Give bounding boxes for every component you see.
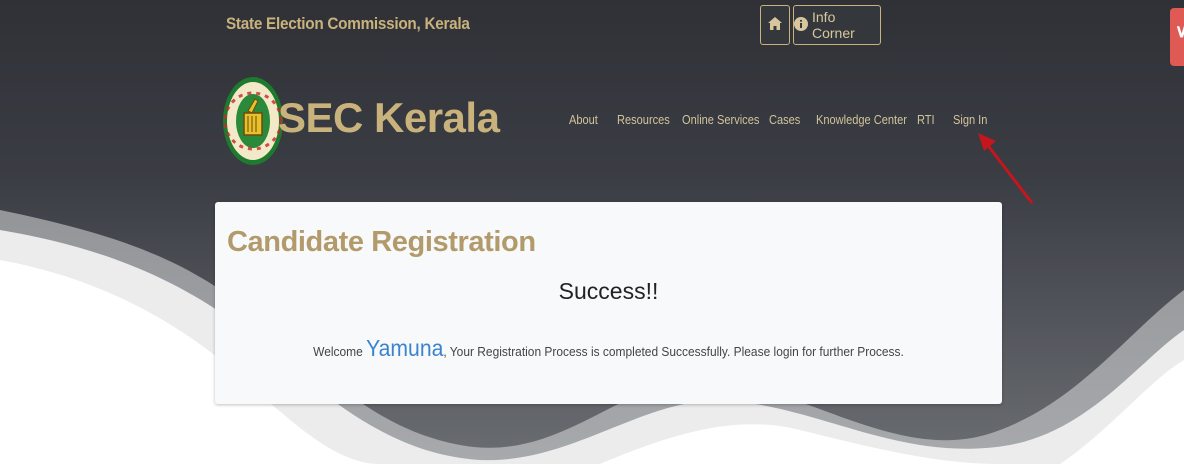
page-title: Candidate Registration <box>227 226 536 258</box>
welcome-prefix: Welcome <box>313 344 363 359</box>
corner-toggle-button[interactable]: ∨ <box>1170 8 1184 66</box>
welcome-message: Welcome Yamuna, Your Registration Proces… <box>246 335 970 362</box>
user-name: Yamuna <box>366 335 444 361</box>
info-corner-label: Info Corner <box>812 9 855 41</box>
info-circle-icon <box>794 16 808 34</box>
nav-rti[interactable]: RTI <box>917 112 935 127</box>
nav-cases[interactable]: Cases <box>769 112 800 127</box>
nav-resources[interactable]: Resources <box>617 112 670 127</box>
home-icon <box>768 17 782 33</box>
nav-about[interactable]: About <box>569 112 598 127</box>
info-corner-button[interactable]: Info Corner <box>793 5 881 45</box>
home-button[interactable] <box>760 5 790 45</box>
welcome-suffix: , Your Registration Process is completed… <box>443 344 904 359</box>
org-title: State Election Commission, Kerala <box>226 14 470 33</box>
annotation-arrow-icon <box>978 133 1034 204</box>
success-heading: Success!! <box>558 278 659 304</box>
nav-online-services[interactable]: Online Services <box>682 112 759 127</box>
nav-knowledge-center[interactable]: Knowledge Center <box>816 112 907 127</box>
sec-kerala-emblem[interactable] <box>222 75 284 167</box>
chevron-icon: ∨ <box>1175 21 1184 41</box>
registration-card: Candidate Registration Success!! Welcome… <box>215 202 1002 404</box>
site-logo-text[interactable]: SEC Kerala <box>278 94 500 142</box>
